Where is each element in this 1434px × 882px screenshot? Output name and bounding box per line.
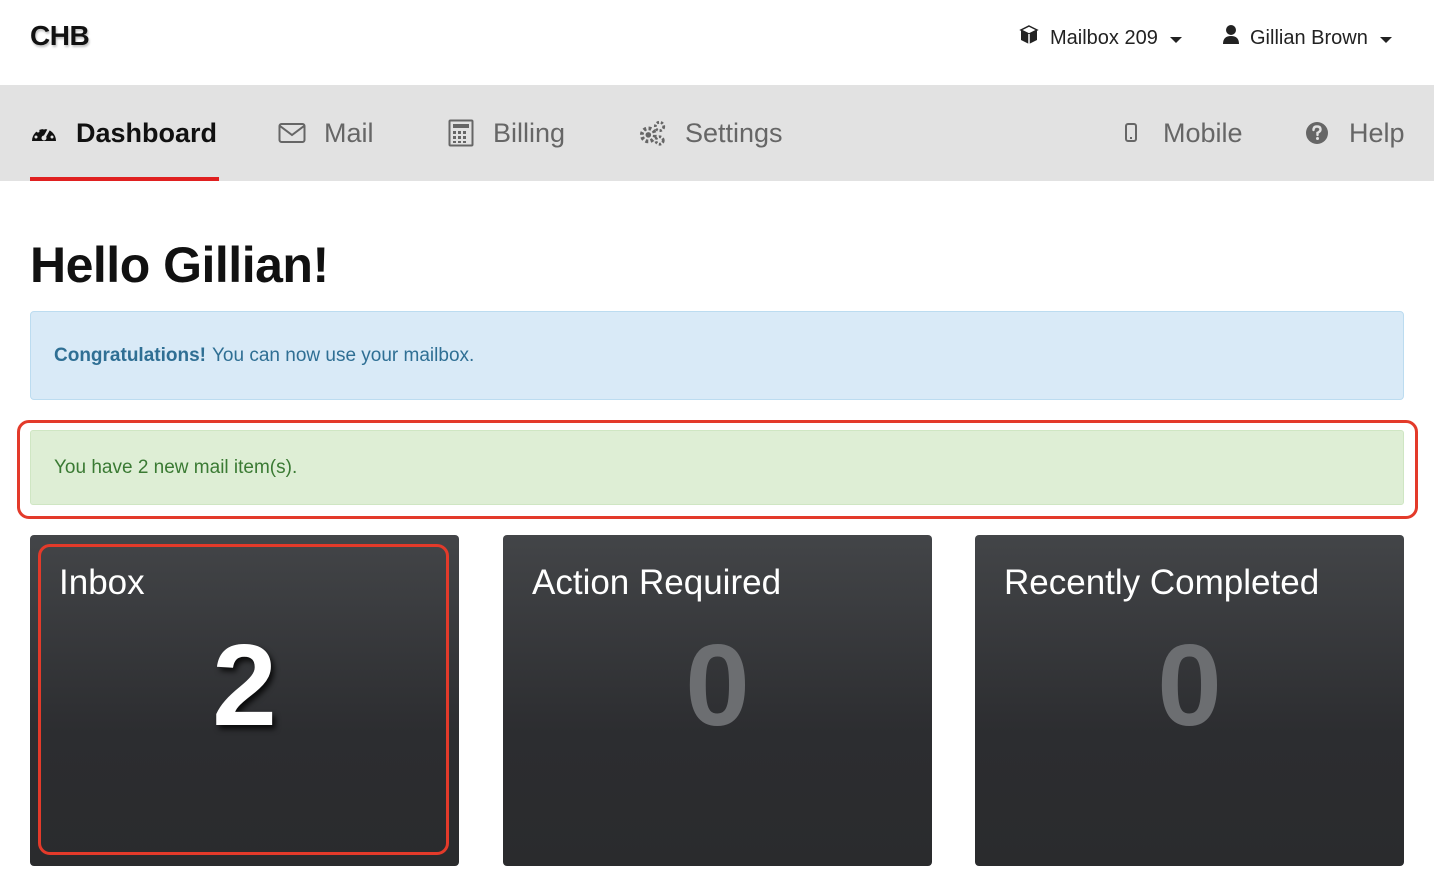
page-title: Hello Gillian! xyxy=(30,237,329,293)
top-header: CHB Mailbox 209 Gillian Brown xyxy=(0,0,1434,85)
card-count-inbox: 2 xyxy=(212,620,277,750)
nav-label-mail: Mail xyxy=(324,117,374,148)
success-alert-text: You have 2 new mail item(s). xyxy=(54,456,298,478)
nav-item-mobile[interactable]: Mobile xyxy=(1117,85,1243,181)
dashboard-icon xyxy=(30,119,58,147)
card-count-action-required: 0 xyxy=(685,620,750,750)
calculator-icon xyxy=(447,119,475,147)
nav-label-settings: Settings xyxy=(685,117,783,148)
card-count-recently-completed: 0 xyxy=(1157,620,1222,750)
gears-icon xyxy=(639,119,667,147)
info-alert-text: You can now use your mailbox. xyxy=(212,344,475,366)
nav-item-mail[interactable]: Mail xyxy=(278,85,374,181)
card-title-recently-completed: Recently Completed xyxy=(1004,563,1320,602)
info-alert: Congratulations! You can now use your ma… xyxy=(30,311,1404,400)
question-circle-icon xyxy=(1303,119,1331,147)
caret-down-icon xyxy=(1379,36,1392,43)
cube-icon xyxy=(1018,24,1040,52)
mobile-icon xyxy=(1117,119,1145,147)
nav-label-dashboard: Dashboard xyxy=(76,117,218,148)
nav-label-help: Help xyxy=(1349,117,1405,148)
card-title-inbox: Inbox xyxy=(59,563,145,602)
nav-item-settings[interactable]: Settings xyxy=(639,85,783,181)
card-inbox[interactable]: Inbox 2 xyxy=(30,535,459,866)
card-recently-completed[interactable]: Recently Completed 0 xyxy=(975,535,1404,866)
user-dropdown[interactable]: Gillian Brown xyxy=(1222,24,1392,52)
nav-item-dashboard[interactable]: Dashboard xyxy=(30,85,220,181)
main-nav: Dashboard Mail Billing Settings Mobile H… xyxy=(0,85,1434,181)
nav-label-mobile: Mobile xyxy=(1163,117,1243,148)
card-title-action-required: Action Required xyxy=(532,563,782,602)
caret-down-icon xyxy=(1169,36,1182,43)
envelope-icon xyxy=(278,119,306,147)
user-label: Gillian Brown xyxy=(1250,26,1368,49)
nav-item-billing[interactable]: Billing xyxy=(447,85,565,181)
mailbox-label: Mailbox 209 xyxy=(1050,26,1158,49)
nav-item-help[interactable]: Help xyxy=(1303,85,1405,181)
mailbox-dropdown[interactable]: Mailbox 209 xyxy=(1018,24,1182,52)
user-icon xyxy=(1222,24,1240,52)
brand-logo[interactable]: CHB xyxy=(30,20,90,52)
nav-label-billing: Billing xyxy=(493,117,566,148)
card-action-required[interactable]: Action Required 0 xyxy=(503,535,932,866)
success-alert: You have 2 new mail item(s). xyxy=(30,430,1404,505)
info-alert-strong: Congratulations! xyxy=(54,344,206,366)
